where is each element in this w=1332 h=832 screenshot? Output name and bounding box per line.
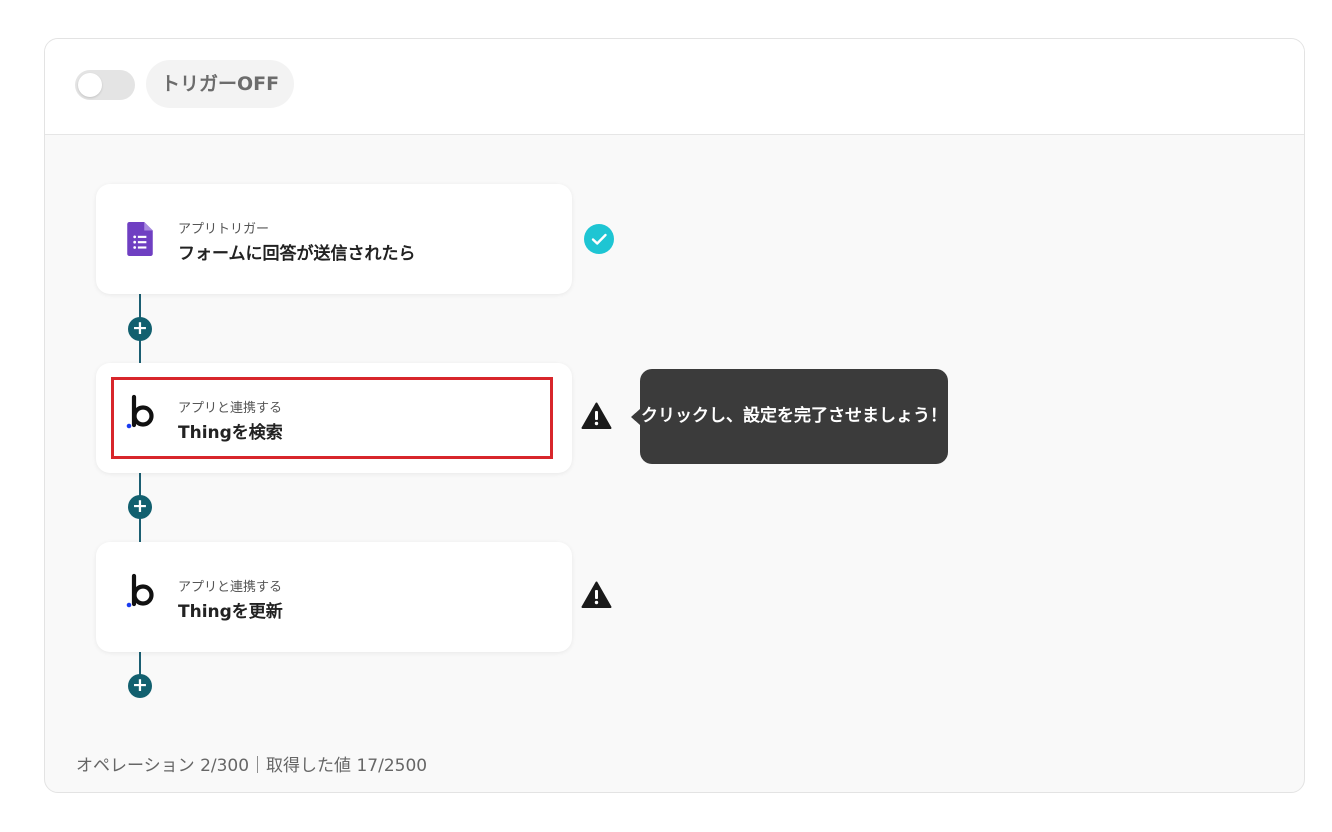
step-subtitle: アプリと連携する <box>178 580 283 595</box>
flow-panel: トリガーOFF + + + アプリトリガー フォームに回答が送信されたら アプリ… <box>44 38 1305 793</box>
bubble-icon <box>126 573 154 608</box>
warning-icon <box>581 402 612 429</box>
bubble-icon <box>126 394 154 429</box>
trigger-status-label: トリガーOFF <box>146 60 295 108</box>
step-subtitle: アプリトリガー <box>178 222 270 237</box>
step-card-form-trigger[interactable]: アプリトリガー フォームに回答が送信されたら <box>96 184 572 294</box>
toggle-knob <box>78 73 102 97</box>
trigger-toggle[interactable] <box>75 70 135 100</box>
step-card-update-thing[interactable]: アプリと連携する Thingを更新 <box>96 542 572 652</box>
step-subtitle: アプリと連携する <box>178 401 283 416</box>
step-title: Thingを更新 <box>178 602 283 622</box>
usage-footer: オペレーション 2/300｜取得した値 17/2500 <box>76 756 428 776</box>
add-step-button[interactable]: + <box>128 495 152 519</box>
google-forms-icon <box>127 222 153 256</box>
check-icon <box>584 224 614 254</box>
step-title: フォームに回答が送信されたら <box>178 244 416 264</box>
step-card-search-thing[interactable]: アプリと連携する Thingを検索 <box>96 363 572 473</box>
add-step-button[interactable]: + <box>128 317 152 341</box>
setup-tooltip: クリックし、設定を完了させましょう！ <box>631 369 948 464</box>
add-step-button[interactable]: + <box>128 674 152 698</box>
warning-icon <box>581 581 612 608</box>
step-title: Thingを検索 <box>178 423 283 443</box>
flow-header: トリガーOFF <box>45 39 1304 135</box>
